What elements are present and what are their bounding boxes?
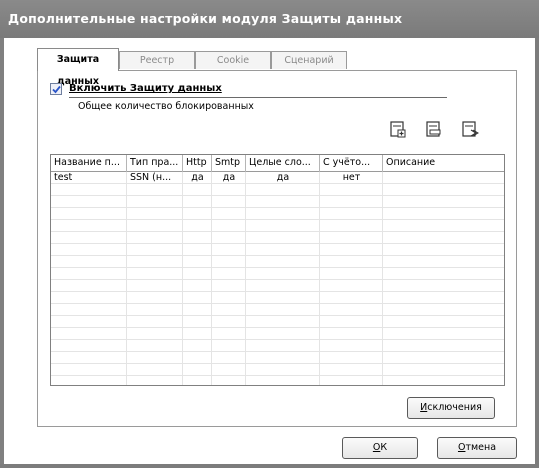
table-header: Название п... Тип пра... Http Smtp Целые… <box>51 155 504 172</box>
edit-rule-icon[interactable] <box>424 119 444 139</box>
enable-protection-label[interactable]: Включить Защиту данных <box>69 83 222 95</box>
table-row[interactable]: test SSN (н... да да да нет <box>51 172 504 184</box>
table-row <box>51 268 504 280</box>
cell-http: да <box>191 172 204 183</box>
table-row <box>51 352 504 364</box>
table-row <box>51 316 504 328</box>
cell-type: SSN (н... <box>130 172 172 183</box>
exclusions-button[interactable]: Исключения <box>407 397 495 419</box>
section-divider <box>69 97 447 98</box>
table-row <box>51 220 504 232</box>
cell-whole-words: да <box>276 172 290 183</box>
checkmark-icon <box>52 85 61 94</box>
cell-smtp: да <box>222 172 236 183</box>
cancel-label: тмена <box>465 442 497 453</box>
rules-table[interactable]: Название п... Тип пра... Http Smtp Целые… <box>50 154 505 386</box>
tab-registry[interactable]: Реестр <box>119 51 195 69</box>
column-header-case-sensitive[interactable]: С учёто... <box>320 155 383 172</box>
table-row <box>51 244 504 256</box>
dialog-window: Дополнительные настройки модуля Защиты д… <box>0 0 539 468</box>
add-rule-icon[interactable] <box>388 119 408 139</box>
table-row <box>51 184 504 196</box>
window-frame-bottom <box>0 464 539 468</box>
table-row <box>51 280 504 292</box>
table-row <box>51 340 504 352</box>
window-frame-right <box>535 38 539 468</box>
column-header-description[interactable]: Описание <box>383 155 504 172</box>
table-row <box>51 256 504 268</box>
table-row <box>51 328 504 340</box>
cell-description <box>386 172 504 184</box>
window-title: Дополнительные настройки модуля Защиты д… <box>0 0 539 38</box>
ok-button[interactable]: ОК <box>342 437 418 459</box>
table-row <box>51 304 504 316</box>
tab-script[interactable]: Сценарий <box>271 51 347 69</box>
column-header-http[interactable]: Http <box>183 155 212 172</box>
tab-data-protection[interactable]: Защита данных <box>37 48 119 87</box>
table-row <box>51 208 504 220</box>
table-row <box>51 364 504 376</box>
cell-name: test <box>54 172 73 183</box>
blocked-count-label: Общее количество блокированных <box>78 101 254 112</box>
cancel-button[interactable]: Отмена <box>437 437 517 459</box>
tab-cookie[interactable]: Cookie <box>195 51 271 69</box>
exclusions-label: сключения <box>427 402 482 413</box>
column-header-type[interactable]: Тип пра... <box>127 155 183 172</box>
enable-protection-checkbox[interactable] <box>50 83 62 95</box>
table-row <box>51 292 504 304</box>
table-row <box>51 196 504 208</box>
column-header-whole-words[interactable]: Целые сло... <box>246 155 320 172</box>
table-row <box>51 232 504 244</box>
ok-label: К <box>380 442 388 453</box>
column-header-name[interactable]: Название п... <box>51 155 127 172</box>
column-header-smtp[interactable]: Smtp <box>212 155 246 172</box>
table-row <box>51 376 504 385</box>
delete-rule-icon[interactable] <box>460 119 480 139</box>
cell-case-sensitive: нет <box>342 172 361 183</box>
